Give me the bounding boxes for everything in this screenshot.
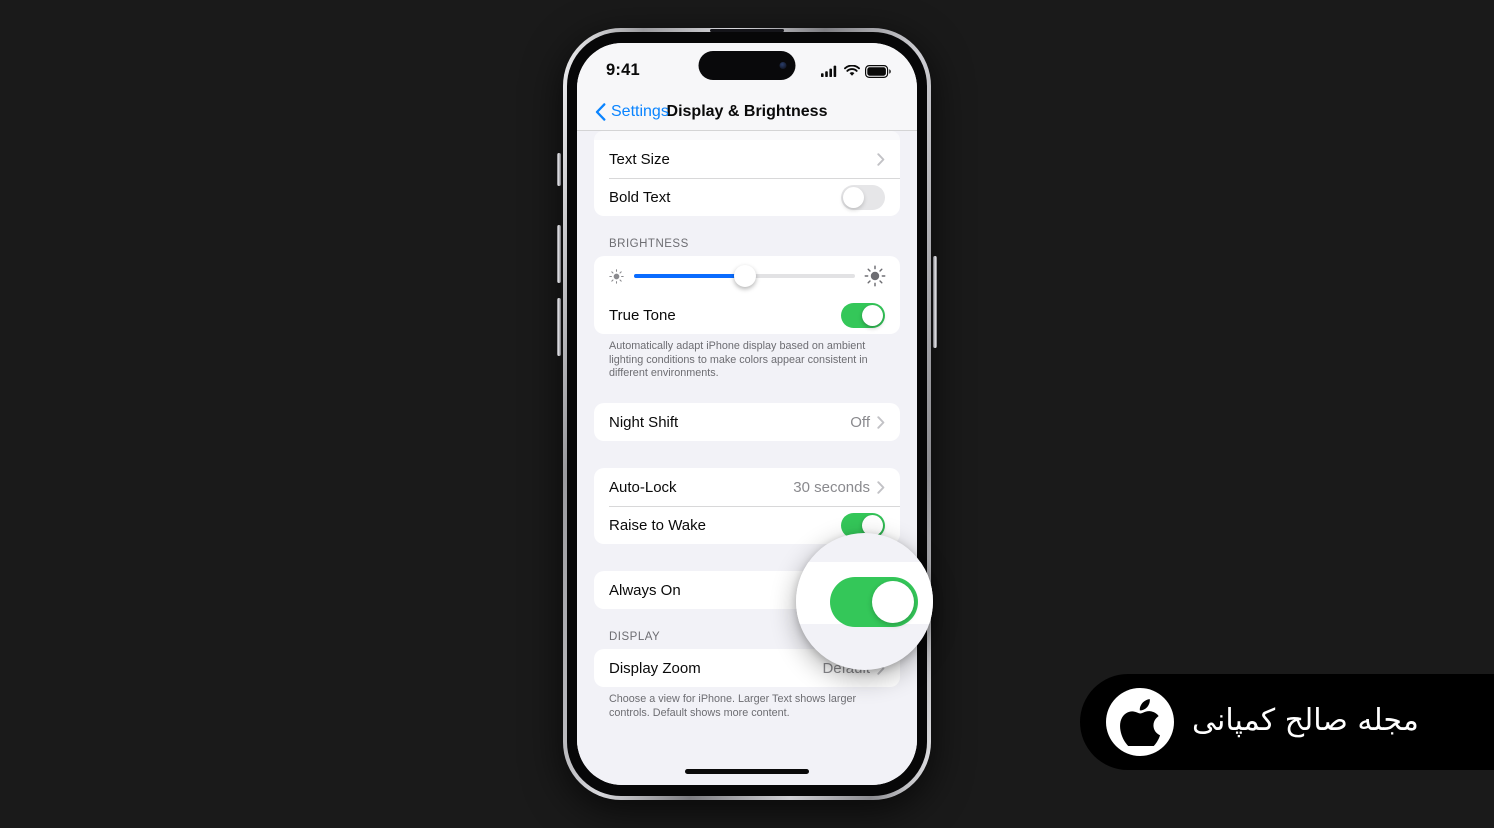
- chevron-right-icon: [877, 415, 885, 429]
- dynamic-island: [698, 51, 796, 80]
- watermark-badge: مجله صالح کمپانی: [1080, 674, 1494, 770]
- row-value: Off: [850, 413, 870, 431]
- row-label: Auto-Lock: [609, 478, 677, 496]
- settings-scroll-view[interactable]: Text Size Bold Text BRIGHTNESS True Tone…: [577, 131, 917, 785]
- device-screen: 9:41 Settings Display & Brightness Text …: [577, 43, 917, 785]
- navigation-bar: Settings Display & Brightness: [577, 93, 917, 131]
- status-bar-indicators: [821, 64, 891, 78]
- volume-down-button[interactable]: [557, 298, 561, 356]
- wifi-icon: [844, 65, 860, 76]
- status-bar: 9:41: [577, 43, 917, 93]
- action-button[interactable]: [557, 153, 561, 186]
- settings-group-brightness: True Tone: [594, 256, 900, 334]
- status-bar-clock: 9:41: [606, 61, 640, 79]
- footnote-true-tone: Automatically adapt iPhone display based…: [609, 340, 868, 380]
- apple-logo-icon: [1106, 688, 1174, 756]
- magnifier-callout: [796, 533, 933, 670]
- row-label: True Tone: [609, 306, 676, 324]
- apple-logo-glyph: [1120, 698, 1160, 746]
- device-bezel: 9:41 Settings Display & Brightness Text …: [567, 32, 927, 796]
- partial-row-above: [594, 131, 900, 140]
- section-header-brightness: BRIGHTNESS: [609, 238, 689, 250]
- brightness-slider-row[interactable]: [594, 256, 900, 296]
- brightness-track[interactable]: [634, 265, 855, 287]
- true-tone-toggle[interactable]: [841, 302, 885, 328]
- row-true-tone[interactable]: True Tone: [594, 296, 900, 334]
- sun-small-icon: [609, 268, 624, 284]
- magnified-always-on-toggle[interactable]: [829, 576, 918, 627]
- brightness-thumb[interactable]: [733, 265, 756, 287]
- screenshot-canvas: 9:41 Settings Display & Brightness Text …: [0, 0, 1494, 828]
- row-value: 30 seconds: [793, 478, 870, 496]
- battery-icon: [865, 64, 891, 78]
- iphone-device-frame: 9:41 Settings Display & Brightness Text …: [557, 28, 937, 800]
- row-label: Bold Text: [609, 188, 671, 206]
- row-label: Night Shift: [609, 413, 679, 431]
- cellular-signal-icon: [821, 65, 837, 77]
- toggle-knob: [843, 186, 864, 208]
- back-button[interactable]: Settings: [595, 103, 669, 121]
- settings-group-night-shift: Night Shift Off: [594, 403, 900, 442]
- settings-group-text: Text Size Bold Text: [594, 140, 900, 216]
- power-button[interactable]: [933, 256, 937, 348]
- row-label: Display Zoom: [609, 659, 701, 677]
- bold-text-toggle[interactable]: [841, 184, 885, 210]
- toggle-knob: [871, 580, 914, 623]
- row-bold-text[interactable]: Bold Text: [594, 178, 900, 216]
- brightness-fill: [634, 274, 745, 278]
- chevron-right-icon: [877, 480, 885, 494]
- chevron-left-icon: [595, 102, 606, 121]
- row-text-size[interactable]: Text Size: [594, 140, 900, 178]
- home-indicator[interactable]: [685, 769, 809, 774]
- row-night-shift[interactable]: Night Shift Off: [594, 403, 900, 441]
- row-auto-lock[interactable]: Auto-Lock 30 seconds: [594, 468, 900, 506]
- toggle-knob: [862, 304, 883, 326]
- volume-up-button[interactable]: [557, 225, 561, 283]
- footnote-display-zoom: Choose a view for iPhone. Larger Text sh…: [609, 693, 857, 719]
- row-label: Text Size: [609, 150, 670, 168]
- row-label: Raise to Wake: [609, 516, 706, 534]
- sun-large-icon: [864, 265, 886, 287]
- front-camera-icon: [779, 62, 787, 69]
- back-button-label: Settings: [611, 102, 669, 120]
- watermark-text: مجله صالح کمپانی: [1192, 702, 1419, 738]
- chevron-right-icon: [877, 152, 885, 166]
